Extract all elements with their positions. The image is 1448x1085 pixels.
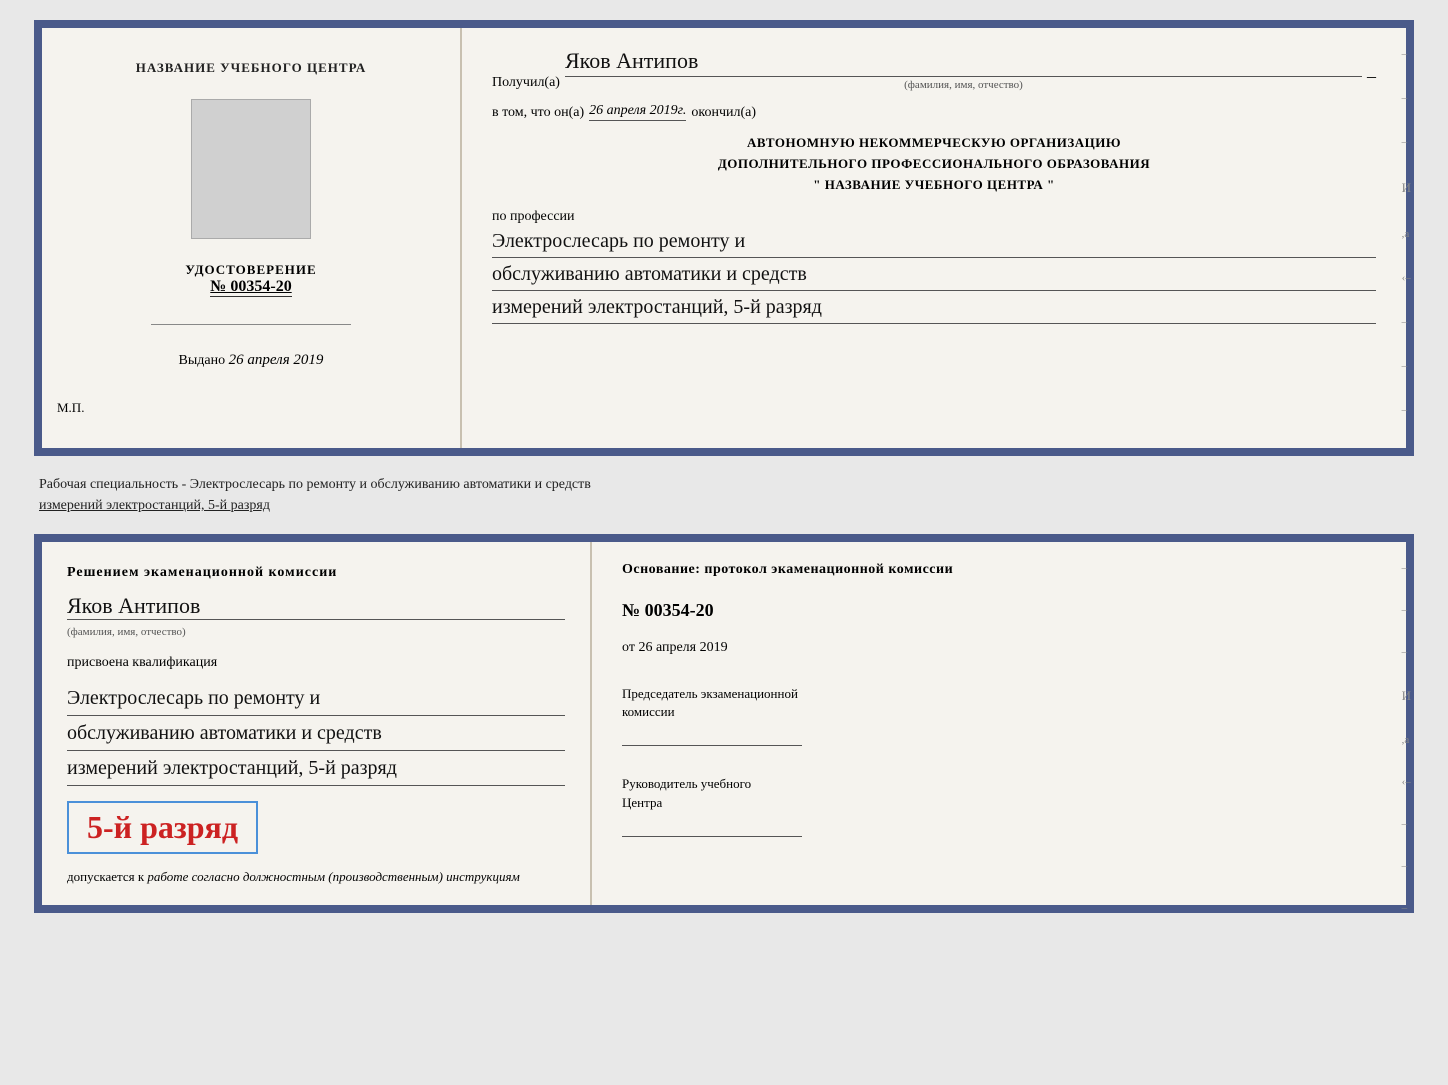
issued-date: 26 апреля 2019 <box>229 352 324 368</box>
edge-marks-top: – – – И ,а ‹– – – – <box>1402 48 1411 416</box>
received-label: Получил(а) <box>492 75 560 91</box>
allowed-prefix: допускается к <box>67 869 144 884</box>
org-line3: " НАЗВАНИЕ УЧЕБНОГО ЦЕНТРА " <box>492 175 1376 196</box>
mp-label: М.П. <box>57 400 84 416</box>
protocol-date-val: 26 апреля 2019 <box>638 640 727 655</box>
recipient-name: Яков Антипов <box>565 48 1362 77</box>
assigned-label: присвоена квалификация <box>67 655 565 671</box>
profession-line1: Электрослесарь по ремонту и <box>492 225 1376 258</box>
rank-text: 5-й разряд <box>87 809 238 845</box>
org-line2: ДОПОЛНИТЕЛЬНОГО ПРОФЕССИОНАЛЬНОГО ОБРАЗО… <box>492 154 1376 175</box>
cert-number-section: УДОСТОВЕРЕНИЕ № 00354-20 <box>185 262 316 297</box>
issued-section: Выдано 26 апреля 2019 <box>179 352 324 369</box>
date-prefix: в том, что он(а) <box>492 105 584 121</box>
director-sig-line <box>622 817 802 837</box>
basis-label: Основание: протокол экаменационной комис… <box>622 562 1376 578</box>
director-title: Руководитель учебного Центра <box>622 775 1376 811</box>
middle-line2: измерений электростанций, 5-й разряд <box>39 498 270 513</box>
bottom-doc-left: Решением экаменационной комиссии Яков Ан… <box>42 542 592 905</box>
middle-text: Рабочая специальность - Электрослесарь п… <box>34 474 1414 516</box>
bottom-doc-right: Основание: протокол экаменационной комис… <box>592 542 1406 905</box>
recipient-sub: (фамилия, имя, отчество) <box>565 79 1362 91</box>
allowed-section: допускается к работе согласно должностны… <box>67 869 565 885</box>
qualification-section: Электрослесарь по ремонту и обслуживанию… <box>67 681 565 786</box>
cert-label: УДОСТОВЕРЕНИЕ <box>185 262 316 278</box>
top-doc-school-name: НАЗВАНИЕ УЧЕБНОГО ЦЕНТРА <box>136 60 367 76</box>
date-prefix-bottom: от <box>622 640 635 655</box>
profession-line2: обслуживанию автоматики и средств <box>492 258 1376 291</box>
cert-number: № 00354-20 <box>210 278 291 297</box>
director-section: Руководитель учебного Центра <box>622 775 1376 836</box>
qual-line2: обслуживанию автоматики и средств <box>67 716 565 751</box>
chairman-sig-line <box>622 726 802 746</box>
chairman-title: Председатель экзаменационной комиссии <box>622 685 1376 721</box>
issued-label: Выдано <box>179 353 226 368</box>
date-value: 26 апреля 2019г. <box>589 103 686 121</box>
profession-line3: измерений электростанций, 5-й разряд <box>492 291 1376 324</box>
cert-photo-placeholder <box>191 99 311 239</box>
rank-section: 5-й разряд <box>67 796 565 854</box>
bottom-person-sub: (фамилия, имя, отчество) <box>67 626 186 638</box>
chairman-section: Председатель экзаменационной комиссии <box>622 685 1376 746</box>
protocol-number: № 00354-20 <box>622 600 1376 621</box>
allowed-italic: работе согласно должностным (производств… <box>147 869 519 884</box>
date-section: в том, что он(а) 26 апреля 2019г. окончи… <box>492 103 1376 121</box>
rank-box: 5-й разряд <box>67 801 258 854</box>
profession-section: по профессии Электрослесарь по ремонту и… <box>492 207 1376 324</box>
org-block: АВТОНОМНУЮ НЕКОММЕРЧЕСКУЮ ОРГАНИЗАЦИЮ ДО… <box>492 133 1376 195</box>
org-line1: АВТОНОМНУЮ НЕКОММЕРЧЕСКУЮ ОРГАНИЗАЦИЮ <box>492 133 1376 154</box>
bottom-document: Решением экаменационной комиссии Яков Ан… <box>34 534 1414 913</box>
dash-1: – <box>1367 66 1376 87</box>
recipient-section: Получил(а) Яков Антипов (фамилия, имя, о… <box>492 48 1376 91</box>
top-doc-left: НАЗВАНИЕ УЧЕБНОГО ЦЕНТРА УДОСТОВЕРЕНИЕ №… <box>42 28 462 448</box>
profession-label: по профессии <box>492 209 575 224</box>
bottom-person-name: Яков Антипов <box>67 593 565 620</box>
middle-line1: Рабочая специальность - Электрослесарь п… <box>39 477 591 492</box>
qual-line3: измерений электростанций, 5-й разряд <box>67 751 565 786</box>
commission-title: Решением экаменационной комиссии <box>67 562 565 583</box>
top-doc-right: Получил(а) Яков Антипов (фамилия, имя, о… <box>462 28 1406 448</box>
edge-marks-bottom: – – – И ,а ‹– – – – <box>1402 562 1411 914</box>
qual-line1: Электрослесарь по ремонту и <box>67 681 565 716</box>
top-document: НАЗВАНИЕ УЧЕБНОГО ЦЕНТРА УДОСТОВЕРЕНИЕ №… <box>34 20 1414 456</box>
date-suffix: окончил(а) <box>691 105 756 121</box>
bottom-person-section: Яков Антипов (фамилия, имя, отчество) <box>67 593 565 640</box>
protocol-date: от 26 апреля 2019 <box>622 640 1376 656</box>
